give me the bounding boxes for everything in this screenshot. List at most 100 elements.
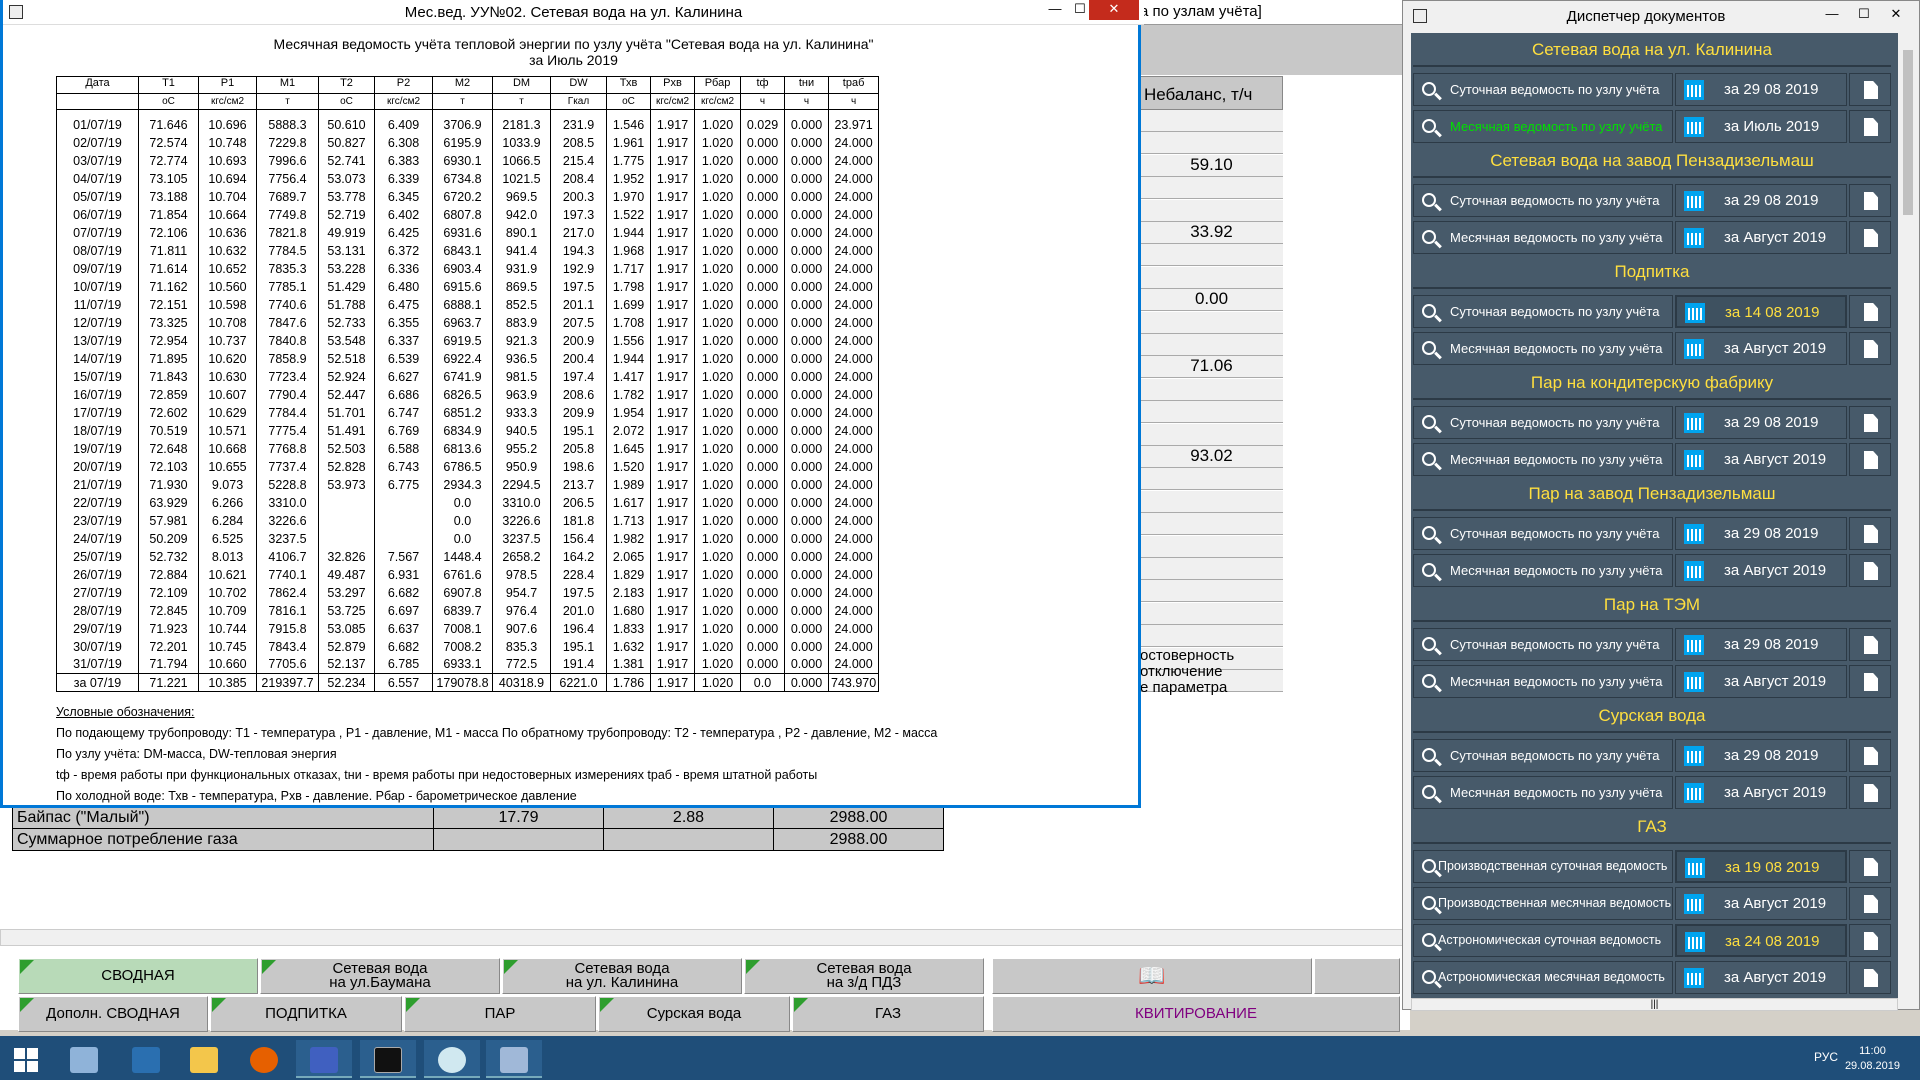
calendar-icon [1684, 561, 1704, 581]
open-report-button[interactable]: Месячная ведомость по узлу учёта [1413, 665, 1673, 698]
open-report-button[interactable]: Месячная ведомость по узлу учёта [1413, 443, 1673, 476]
document-button[interactable] [1849, 295, 1891, 328]
document-button[interactable] [1849, 332, 1891, 365]
date-picker-button[interactable]: за 19 08 2019 [1675, 850, 1847, 883]
table-cell: 71.854 [138, 205, 199, 224]
tab-empty[interactable] [1314, 958, 1400, 994]
document-button[interactable] [1849, 406, 1891, 439]
open-report-button[interactable]: Суточная ведомость по узлу учёта [1413, 628, 1673, 661]
document-button[interactable] [1849, 443, 1891, 476]
taskbar-explorer[interactable] [176, 1040, 232, 1078]
date-picker-button[interactable]: за Август 2019 [1675, 443, 1847, 476]
open-report-button[interactable]: Суточная ведомость по узлу учёта [1413, 295, 1673, 328]
date-picker-button[interactable]: за 29 08 2019 [1675, 628, 1847, 661]
document-button[interactable] [1849, 739, 1891, 772]
close-button[interactable]: ✕ [1089, 0, 1139, 20]
kvitirovanie-button[interactable]: КВИТИРОВАНИЕ [992, 996, 1400, 1032]
table-cell: 195.1 [550, 421, 607, 440]
tab-podpitka[interactable]: ПОДПИТКА [210, 996, 402, 1032]
date-picker-button[interactable]: за Август 2019 [1675, 887, 1847, 920]
document-button[interactable] [1849, 221, 1891, 254]
taskbar-firefox[interactable] [236, 1040, 292, 1078]
language-indicator[interactable]: РУС [1814, 1050, 1838, 1064]
start-button[interactable] [0, 1040, 56, 1078]
taskbar-app[interactable] [424, 1040, 480, 1078]
taskbar-app-2[interactable] [486, 1040, 542, 1078]
date-picker-button[interactable]: за Август 2019 [1675, 961, 1847, 994]
date-picker-button[interactable]: за Август 2019 [1675, 221, 1847, 254]
scroll-thumb[interactable] [1903, 50, 1913, 215]
date-picker-button[interactable]: за Август 2019 [1675, 665, 1847, 698]
manager-maximize-button[interactable]: ☐ [1849, 5, 1879, 25]
document-button[interactable] [1849, 110, 1891, 143]
open-report-button[interactable]: Суточная ведомость по узлу учёта [1413, 517, 1673, 550]
manager-close-button[interactable]: ✕ [1881, 5, 1911, 25]
document-button[interactable] [1849, 887, 1891, 920]
date-picker-button[interactable]: за Август 2019 [1675, 554, 1847, 587]
open-report-button[interactable]: Производственная суточная ведомость [1413, 850, 1673, 883]
col-unit: т [432, 93, 493, 110]
taskbar-cmd[interactable] [360, 1040, 416, 1078]
date-picker-button[interactable]: за Август 2019 [1675, 332, 1847, 365]
open-report-button[interactable]: Суточная ведомость по узлу учёта [1413, 184, 1673, 217]
manager-minimize-button[interactable]: — [1817, 5, 1847, 25]
table-cell: 2934.3 [432, 475, 493, 494]
date-picker-button[interactable]: за 29 08 2019 [1675, 184, 1847, 217]
taskbar-save-app[interactable] [296, 1040, 352, 1078]
open-report-button[interactable]: Суточная ведомость по узлу учёта [1413, 739, 1673, 772]
taskbar-powershell[interactable] [118, 1040, 174, 1078]
manager-vertical-scrollbar[interactable] [1900, 33, 1917, 998]
date-picker-button[interactable]: за 24 08 2019 [1675, 924, 1847, 957]
date-picker-button[interactable]: за 14 08 2019 [1675, 295, 1847, 328]
date-picker-button[interactable]: за 29 08 2019 [1675, 406, 1847, 439]
manager-horizontal-scrollbar[interactable]: ||| [1411, 998, 1898, 1011]
taskbar-network[interactable] [56, 1040, 112, 1078]
tab-book[interactable]: 📖 [992, 958, 1312, 994]
table-cell: 10.629 [198, 403, 257, 422]
tab-surskaya[interactable]: Сурская вода [598, 996, 790, 1032]
open-report-button[interactable]: Суточная ведомость по узлу учёта [1413, 406, 1673, 439]
table-cell: 24.000 [827, 583, 880, 602]
open-report-button[interactable]: Астрономическая суточная ведомость [1413, 924, 1673, 957]
date-picker-button[interactable]: за Август 2019 [1675, 776, 1847, 809]
open-report-button[interactable]: Месячная ведомость по узлу учёта [1413, 110, 1673, 143]
tab-par[interactable]: ПАР [404, 996, 596, 1032]
document-button[interactable] [1849, 776, 1891, 809]
manager-row: Производственная суточная ведомость за 19… [1413, 848, 1897, 884]
horizontal-scrollbar[interactable] [0, 929, 1410, 946]
date-picker-button[interactable]: за 29 08 2019 [1675, 517, 1847, 550]
document-icon [1864, 562, 1878, 580]
clock[interactable]: 11:00 29.08.2019 [1845, 1044, 1900, 1074]
table-cell: 1.917 [650, 223, 695, 242]
open-report-button[interactable]: Астрономическая месячная ведомость [1413, 961, 1673, 994]
document-button[interactable] [1849, 961, 1891, 994]
date-picker-button[interactable]: за 29 08 2019 [1675, 739, 1847, 772]
tab-kalinina[interactable]: Сетевая вода на ул. Калинина [502, 958, 742, 994]
tab-dopoln-svodnaya[interactable]: Дополн. СВОДНАЯ [18, 996, 208, 1032]
document-button[interactable] [1849, 73, 1891, 106]
tab-pdz[interactable]: Сетевая вода на з/д ПДЗ [744, 958, 984, 994]
document-button[interactable] [1849, 184, 1891, 217]
date-picker-button[interactable]: за Июль 2019 [1675, 110, 1847, 143]
document-button[interactable] [1849, 665, 1891, 698]
open-report-button[interactable]: Суточная ведомость по узлу учёта [1413, 73, 1673, 106]
document-button[interactable] [1849, 554, 1891, 587]
document-button[interactable] [1849, 628, 1891, 661]
report-table: Дата T1 P1 M1 T2 P2 M2 DM DW Тхв Рхв Рбар tф tни tраб … [56, 76, 880, 692]
table-cell: 53.778 [318, 187, 375, 206]
open-report-button[interactable]: Месячная ведомость по узлу учёта [1413, 332, 1673, 365]
open-report-button[interactable]: Месячная ведомость по узлу учёта [1413, 776, 1673, 809]
document-icon [1864, 895, 1878, 913]
date-picker-button[interactable]: за 29 08 2019 [1675, 73, 1847, 106]
tab-baumana[interactable]: Сетевая вода на ул.Баумана [260, 958, 500, 994]
tab-gaz[interactable]: ГАЗ [792, 996, 984, 1032]
open-report-button[interactable]: Месячная ведомость по узлу учёта [1413, 554, 1673, 587]
table-cell: 0.000 [740, 367, 785, 386]
total-cell: 0.0 [740, 673, 785, 692]
tab-svodnaya[interactable]: СВОДНАЯ [18, 958, 258, 994]
document-button[interactable] [1849, 517, 1891, 550]
document-button[interactable] [1849, 924, 1891, 957]
open-report-button[interactable]: Месячная ведомость по узлу учёта [1413, 221, 1673, 254]
open-report-button[interactable]: Производственная месячная ведомость [1413, 887, 1673, 920]
document-button[interactable] [1849, 850, 1891, 883]
